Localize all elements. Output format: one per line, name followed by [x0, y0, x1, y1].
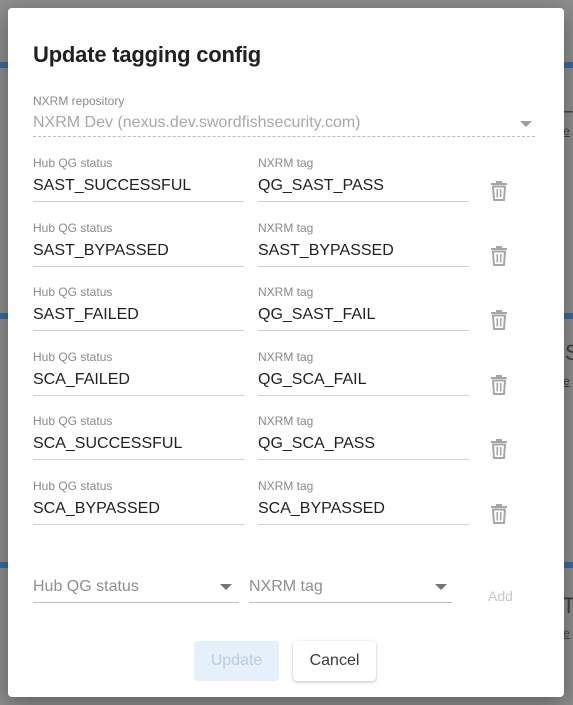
background-bar	[0, 313, 8, 319]
hub-status-underline	[33, 459, 244, 460]
background-bar	[564, 62, 573, 68]
nxrm-tag-underline	[258, 395, 469, 396]
nxrm-tag-label: NXRM tag	[258, 479, 314, 493]
hub-status-value: SCA_SUCCESSFUL	[33, 435, 183, 452]
hub-status-value: SAST_FAILED	[33, 306, 139, 323]
nxrm-tag-value: QG_SCA_FAIL	[258, 371, 367, 388]
chevron-down-icon	[435, 584, 447, 590]
background-card-link: e	[563, 374, 570, 388]
background-bar	[564, 313, 573, 319]
nxrm-tag-label: NXRM tag	[258, 156, 314, 170]
hub-status-value: SCA_BYPASSED	[33, 500, 160, 517]
new-nxrm-tag-underline	[249, 602, 452, 603]
hub-status-label: Hub QG status	[33, 414, 113, 428]
hub-status-value: SCA_FAILED	[33, 371, 130, 388]
new-hub-status-underline	[33, 602, 239, 603]
trash-icon[interactable]	[487, 179, 511, 203]
background-card-link: e	[563, 626, 570, 640]
cancel-button[interactable]: Cancel	[293, 641, 376, 681]
trash-icon[interactable]	[487, 244, 511, 268]
hub-status-underline	[33, 395, 244, 396]
hub-status-label: Hub QG status	[33, 479, 113, 493]
nxrm-tag-label: NXRM tag	[258, 414, 314, 428]
dialog-title: Update tagging config	[33, 42, 262, 67]
trash-icon[interactable]	[487, 373, 511, 397]
hub-status-value: SAST_SUCCESSFUL	[33, 177, 192, 194]
hub-status-label: Hub QG status	[33, 156, 113, 170]
hub-status-value: SAST_BYPASSED	[33, 242, 169, 259]
background-bar	[0, 562, 8, 568]
background-bar	[564, 562, 573, 568]
hub-status-underline	[33, 201, 244, 202]
update-tagging-config-dialog: Update tagging config NXRM repository NX…	[8, 8, 564, 697]
hub-status-underline	[33, 266, 244, 267]
chevron-down-icon	[520, 121, 532, 127]
nxrm-tag-underline	[258, 201, 469, 202]
hub-status-label: Hub QG status	[33, 350, 113, 364]
nxrm-tag-label: NXRM tag	[258, 350, 314, 364]
add-mapping-button[interactable]: Add	[488, 588, 513, 604]
nxrm-tag-underline	[258, 524, 469, 525]
trash-icon[interactable]	[487, 502, 511, 526]
hub-status-label: Hub QG status	[33, 285, 113, 299]
hub-status-underline	[33, 524, 244, 525]
repository-underline	[33, 136, 535, 137]
trash-icon[interactable]	[487, 308, 511, 332]
hub-status-underline	[33, 330, 244, 331]
nxrm-tag-underline	[258, 266, 469, 267]
repository-value: NXRM Dev (nexus.dev.swordfishsecurity.co…	[33, 114, 361, 131]
background-card-link: e	[563, 124, 570, 138]
nxrm-tag-value: SCA_BYPASSED	[258, 500, 385, 517]
background-bar	[0, 62, 8, 68]
repository-label: NXRM repository	[33, 94, 125, 108]
background-card-title: S	[565, 340, 573, 365]
new-hub-status-placeholder: Hub QG status	[33, 578, 139, 595]
nxrm-tag-value: QG_SCA_PASS	[258, 435, 376, 452]
nxrm-tag-underline	[258, 330, 469, 331]
nxrm-tag-underline	[258, 459, 469, 460]
nxrm-tag-label: NXRM tag	[258, 221, 314, 235]
update-button[interactable]: Update	[194, 641, 279, 681]
hub-status-label: Hub QG status	[33, 221, 113, 235]
nxrm-tag-value: SAST_BYPASSED	[258, 242, 394, 259]
nxrm-tag-value: QG_SAST_PASS	[258, 177, 384, 194]
chevron-down-icon	[220, 584, 232, 590]
nxrm-tag-value: QG_SAST_FAIL	[258, 306, 376, 323]
new-nxrm-tag-placeholder: NXRM tag	[249, 578, 323, 595]
nxrm-tag-label: NXRM tag	[258, 285, 314, 299]
trash-icon[interactable]	[487, 437, 511, 461]
